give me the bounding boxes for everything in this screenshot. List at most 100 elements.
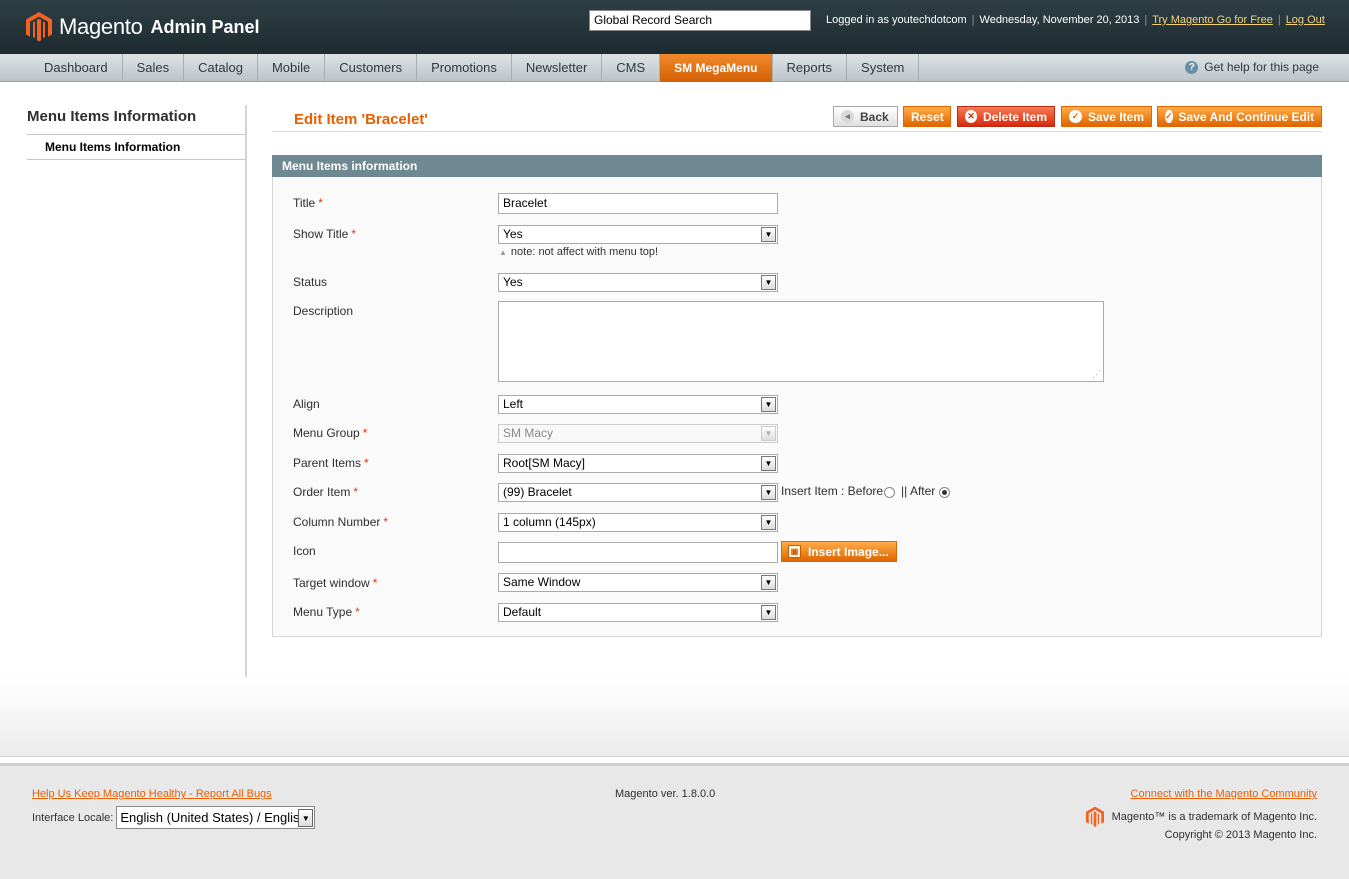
nav-item-system[interactable]: System bbox=[847, 54, 920, 82]
insert-after-radio[interactable] bbox=[939, 487, 951, 498]
insert-before-radio[interactable] bbox=[884, 487, 896, 498]
report-bugs-link[interactable]: Help Us Keep Magento Healthy - Report Al… bbox=[32, 788, 272, 800]
main-navigation: Dashboard Sales Catalog Mobile Customers… bbox=[0, 54, 1349, 82]
help-link-label: Get help for this page bbox=[1204, 60, 1319, 74]
fieldset-header: Menu Items information bbox=[272, 155, 1322, 177]
magento-version: Magento ver. 1.8.0.0 bbox=[615, 788, 716, 800]
magento-logo-icon bbox=[26, 12, 52, 42]
align-label: Align bbox=[293, 397, 320, 411]
header-user-info: Logged in as youtechdotcom | Wednesday, No… bbox=[826, 14, 1325, 26]
title-label: Title * bbox=[293, 196, 323, 210]
logout-link[interactable]: Log Out bbox=[1286, 14, 1325, 26]
menu-type-select[interactable]: Default ▼ bbox=[498, 603, 778, 622]
dropdown-arrow-icon: ▼ bbox=[761, 227, 776, 242]
show-title-note: ▲ note: not affect with menu top! bbox=[499, 246, 659, 258]
dropdown-arrow-icon: ▼ bbox=[298, 809, 314, 827]
header-bar: Magento Admin Panel Global Record Search… bbox=[0, 0, 1349, 54]
fieldset-body bbox=[272, 177, 1322, 637]
footer-fade bbox=[0, 677, 1349, 757]
save-and-continue-button[interactable]: ✓ Save And Continue Edit bbox=[1157, 106, 1322, 127]
logo-text: Magento bbox=[59, 14, 143, 39]
header-date: Wednesday, November 20, 2013 bbox=[979, 14, 1140, 26]
dropdown-arrow-icon: ▼ bbox=[761, 575, 776, 590]
column-number-select[interactable]: 1 column (145px) ▼ bbox=[498, 513, 778, 532]
sidebar-border bbox=[245, 105, 247, 677]
nav-item-sm-megamenu[interactable]: SM MegaMenu bbox=[660, 54, 773, 82]
try-magento-go-link[interactable]: Try Magento Go for Free bbox=[1152, 14, 1273, 26]
show-title-select[interactable]: Yes ▼ bbox=[498, 225, 778, 244]
nav-item-mobile[interactable]: Mobile bbox=[258, 54, 326, 82]
logo-subtitle: Admin Panel bbox=[150, 16, 260, 37]
parent-items-select[interactable]: Root[SM Macy] ▼ bbox=[498, 454, 778, 473]
checkmark-icon: ✓ bbox=[1165, 110, 1173, 123]
title-divider bbox=[272, 131, 1322, 132]
dropdown-arrow-icon: ▼ bbox=[761, 426, 776, 441]
reset-button[interactable]: Reset bbox=[903, 106, 951, 127]
title-input[interactable]: Bracelet bbox=[498, 193, 778, 214]
interface-locale: Interface Locale: English (United States… bbox=[32, 806, 316, 829]
save-item-label: Save Item bbox=[1087, 109, 1144, 124]
delete-item-label: Delete Item bbox=[982, 109, 1047, 124]
nav-item-dashboard[interactable]: Dashboard bbox=[30, 54, 123, 82]
community-link[interactable]: Connect with the Magento Community bbox=[1131, 788, 1317, 800]
logged-in-text: Logged in as youtechdotcom bbox=[826, 14, 967, 26]
parent-items-label: Parent Items * bbox=[293, 456, 369, 470]
save-item-button[interactable]: ✓ Save Item bbox=[1061, 106, 1152, 127]
insert-before-label: Insert Item : Before bbox=[781, 484, 884, 498]
resize-grip-icon[interactable]: ⋰ bbox=[1092, 370, 1101, 379]
save-and-continue-label: Save And Continue Edit bbox=[1178, 109, 1315, 124]
back-button-label: Back bbox=[860, 109, 889, 124]
insert-image-label: Insert Image... bbox=[808, 544, 889, 559]
back-arrow-icon: ◂ bbox=[841, 110, 854, 123]
nav-menu: Dashboard Sales Catalog Mobile Customers… bbox=[30, 54, 920, 82]
help-link[interactable]: ? Get help for this page bbox=[1185, 60, 1319, 74]
menu-type-label: Menu Type * bbox=[293, 605, 360, 619]
align-select[interactable]: Left ▼ bbox=[498, 395, 778, 414]
nav-item-customers[interactable]: Customers bbox=[325, 54, 418, 82]
page-title: Edit Item 'Bracelet' bbox=[294, 111, 428, 128]
nav-item-promotions[interactable]: Promotions bbox=[417, 54, 512, 82]
locale-label: Interface Locale: bbox=[32, 811, 114, 824]
status-label: Status bbox=[293, 275, 328, 289]
description-textarea[interactable]: ⋰ bbox=[498, 301, 1104, 382]
status-select[interactable]: Yes ▼ bbox=[498, 273, 778, 292]
checkmark-icon: ✓ bbox=[1069, 110, 1082, 123]
trademark-notice: Magento™ is a trademark of Magento Inc. bbox=[1085, 806, 1317, 828]
nav-item-cms[interactable]: CMS bbox=[602, 54, 661, 82]
nav-item-reports[interactable]: Reports bbox=[773, 54, 848, 82]
nav-item-sales[interactable]: Sales bbox=[123, 54, 185, 82]
order-item-label: Order Item * bbox=[293, 485, 359, 499]
magento-logo[interactable]: Magento Admin Panel bbox=[26, 10, 260, 44]
show-title-label: Show Title * bbox=[293, 227, 357, 241]
icon-label: Icon bbox=[293, 544, 316, 558]
locale-select[interactable]: English (United States) / English ▼ bbox=[116, 806, 316, 829]
target-window-label: Target window * bbox=[293, 576, 378, 590]
note-triangle-icon: ▲ bbox=[499, 248, 507, 257]
dropdown-arrow-icon: ▼ bbox=[761, 515, 776, 530]
sidebar-divider bbox=[27, 134, 246, 135]
sidebar-title: Menu Items Information bbox=[27, 108, 197, 125]
global-search-input[interactable]: Global Record Search bbox=[589, 10, 811, 31]
dropdown-arrow-icon: ▼ bbox=[761, 397, 776, 412]
insert-after-label: || After bbox=[901, 484, 936, 498]
insert-position-group: Insert Item : Before || After bbox=[781, 484, 952, 498]
icon-input[interactable] bbox=[498, 542, 778, 563]
footer: Help Us Keep Magento Healthy - Report Al… bbox=[0, 763, 1349, 879]
sidebar-item-menu-items-information[interactable]: Menu Items Information bbox=[27, 137, 246, 160]
menu-group-select: SM Macy ▼ bbox=[498, 424, 778, 443]
magento-logo-icon bbox=[1085, 806, 1104, 828]
dropdown-arrow-icon: ▼ bbox=[761, 456, 776, 471]
delete-icon: ✕ bbox=[965, 110, 977, 123]
nav-item-catalog[interactable]: Catalog bbox=[184, 54, 258, 82]
dropdown-arrow-icon: ▼ bbox=[761, 605, 776, 620]
nav-item-newsletter[interactable]: Newsletter bbox=[512, 54, 603, 82]
back-button[interactable]: ◂ Back bbox=[833, 106, 898, 127]
order-item-select[interactable]: (99) Bracelet ▼ bbox=[498, 483, 778, 502]
reset-button-label: Reset bbox=[911, 109, 944, 124]
menu-group-label: Menu Group * bbox=[293, 426, 368, 440]
column-number-label: Column Number * bbox=[293, 515, 389, 529]
image-icon: ▣ bbox=[788, 545, 801, 558]
insert-image-button[interactable]: ▣ Insert Image... bbox=[781, 541, 897, 562]
target-window-select[interactable]: Same Window ▼ bbox=[498, 573, 778, 592]
delete-item-button[interactable]: ✕ Delete Item bbox=[957, 106, 1055, 127]
